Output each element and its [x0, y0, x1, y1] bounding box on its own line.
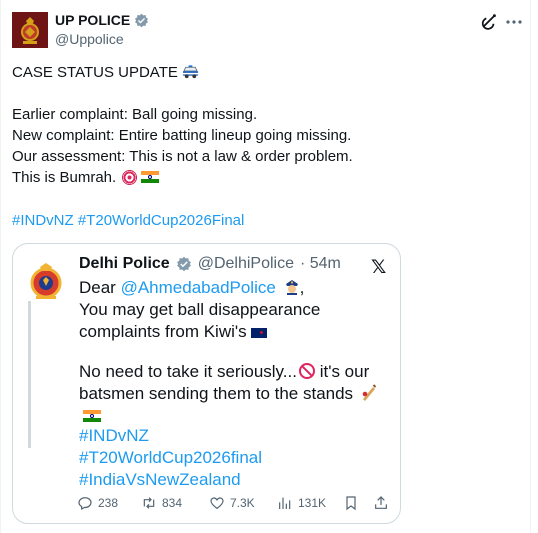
direct-hit-icon — [122, 170, 138, 185]
like-button[interactable]: 7.3K — [209, 495, 255, 511]
x-logo-icon[interactable]: 𝕏 — [371, 256, 386, 278]
views-button[interactable]: 131K — [277, 495, 326, 511]
reply-button[interactable]: 238 — [77, 495, 118, 511]
quote-hashtag-3[interactable]: #IndiaVsNewZealand — [79, 469, 391, 491]
repost-button[interactable]: 834 — [141, 495, 182, 511]
police-officer-icon — [285, 280, 298, 295]
right-border — [530, 0, 531, 533]
quote-author-handle[interactable]: @DelhiPolice — [198, 255, 294, 273]
left-border — [0, 0, 1, 533]
hashtag-indvnz[interactable]: #INDvNZ — [12, 212, 74, 229]
police-car-icon — [182, 65, 198, 79]
quote-its-our-text: it's our — [314, 362, 370, 381]
prohibited-icon — [298, 363, 315, 379]
tweet-status-text: CASE STATUS UPDATE — [12, 64, 178, 81]
delhi-police-avatar[interactable] — [24, 259, 68, 303]
share-icon — [375, 496, 387, 509]
views-count: 131K — [298, 496, 327, 510]
quote-header: Delhi Police @DelhiPolice · 54m — [79, 255, 341, 273]
hashtag-t20worldcup[interactable]: #T20WorldCup2026Final — [78, 212, 245, 229]
quote-line-4: No need to take it seriously... it's our — [79, 361, 391, 383]
tweet-hashtags: #INDvNZ #T20WorldCup2026Final — [12, 211, 522, 231]
author-name-row: UP POLICE — [55, 12, 149, 28]
quote-author-name[interactable]: Delhi Police — [79, 255, 170, 273]
share-button[interactable] — [373, 495, 389, 511]
like-count: 7.3K — [230, 496, 255, 510]
quote-line-1: Dear @AhmedabadPolice , — [79, 277, 391, 299]
quote-hashtag-2[interactable]: #T20WorldCup2026final — [79, 447, 391, 469]
reply-icon — [78, 497, 92, 511]
author-name[interactable]: UP POLICE — [55, 12, 130, 28]
new-zealand-flag-icon — [250, 328, 267, 338]
quote-line-3: complaints from Kiwi's — [79, 321, 391, 343]
author-handle[interactable]: @Uppolice — [55, 31, 124, 47]
bookmark-icon — [346, 496, 356, 511]
action-bar: 238 834 7.3K 131K — [77, 495, 395, 515]
quote-greeting: Dear — [79, 278, 121, 297]
quote-verified-badge-icon — [176, 256, 191, 272]
india-flag-icon — [141, 171, 160, 183]
repost-count: 834 — [162, 496, 183, 510]
repost-icon — [143, 497, 155, 509]
quote-line-2: You may get ball disappearance — [79, 300, 321, 319]
reply-count: 238 — [98, 496, 119, 510]
tweet-line-3: New complaint: Entire batting lineup goi… — [12, 127, 352, 144]
quote-kiwi-text: complaints from Kiwi's — [79, 322, 247, 341]
more-options-icon[interactable] — [505, 13, 523, 31]
quoted-tweet-card[interactable]: Delhi Police @DelhiPolice · 54m 𝕏 Dear @A… — [12, 243, 401, 524]
tweet-line-1: CASE STATUS UPDATE — [12, 63, 522, 83]
quote-accent-bar — [28, 301, 31, 448]
quote-hashtag-1[interactable]: #INDvNZ — [79, 425, 391, 447]
avatar[interactable] — [12, 12, 48, 48]
views-chart-icon — [279, 497, 291, 509]
quote-india-flag-icon — [83, 410, 101, 422]
verified-badge-icon — [135, 13, 149, 27]
cricket-bat-ball-icon — [362, 384, 377, 401]
heart-icon — [210, 497, 224, 510]
quote-timestamp[interactable]: · 54m — [300, 255, 341, 273]
tweet-line-5: This is Bumrah. — [12, 168, 522, 188]
mention-ahmedabad-police[interactable]: @AhmedabadPolice — [121, 278, 276, 297]
tweet-line-4: Our assessment: This is not a law & orde… — [12, 148, 353, 165]
quote-line-5: batsmen sending them to the stands — [79, 383, 391, 427]
tweet-bumrah-text: This is Bumrah. — [12, 169, 117, 186]
quote-no-need-text: No need to take it seriously... — [79, 362, 297, 381]
quote-comma: , — [299, 278, 305, 297]
tweet-line-2: Earlier complaint: Ball going missing. — [12, 106, 258, 123]
quote-batsmen-text: batsmen sending them to the stands — [79, 384, 354, 403]
grok-icon[interactable] — [480, 13, 498, 31]
bookmark-button[interactable] — [343, 495, 359, 511]
